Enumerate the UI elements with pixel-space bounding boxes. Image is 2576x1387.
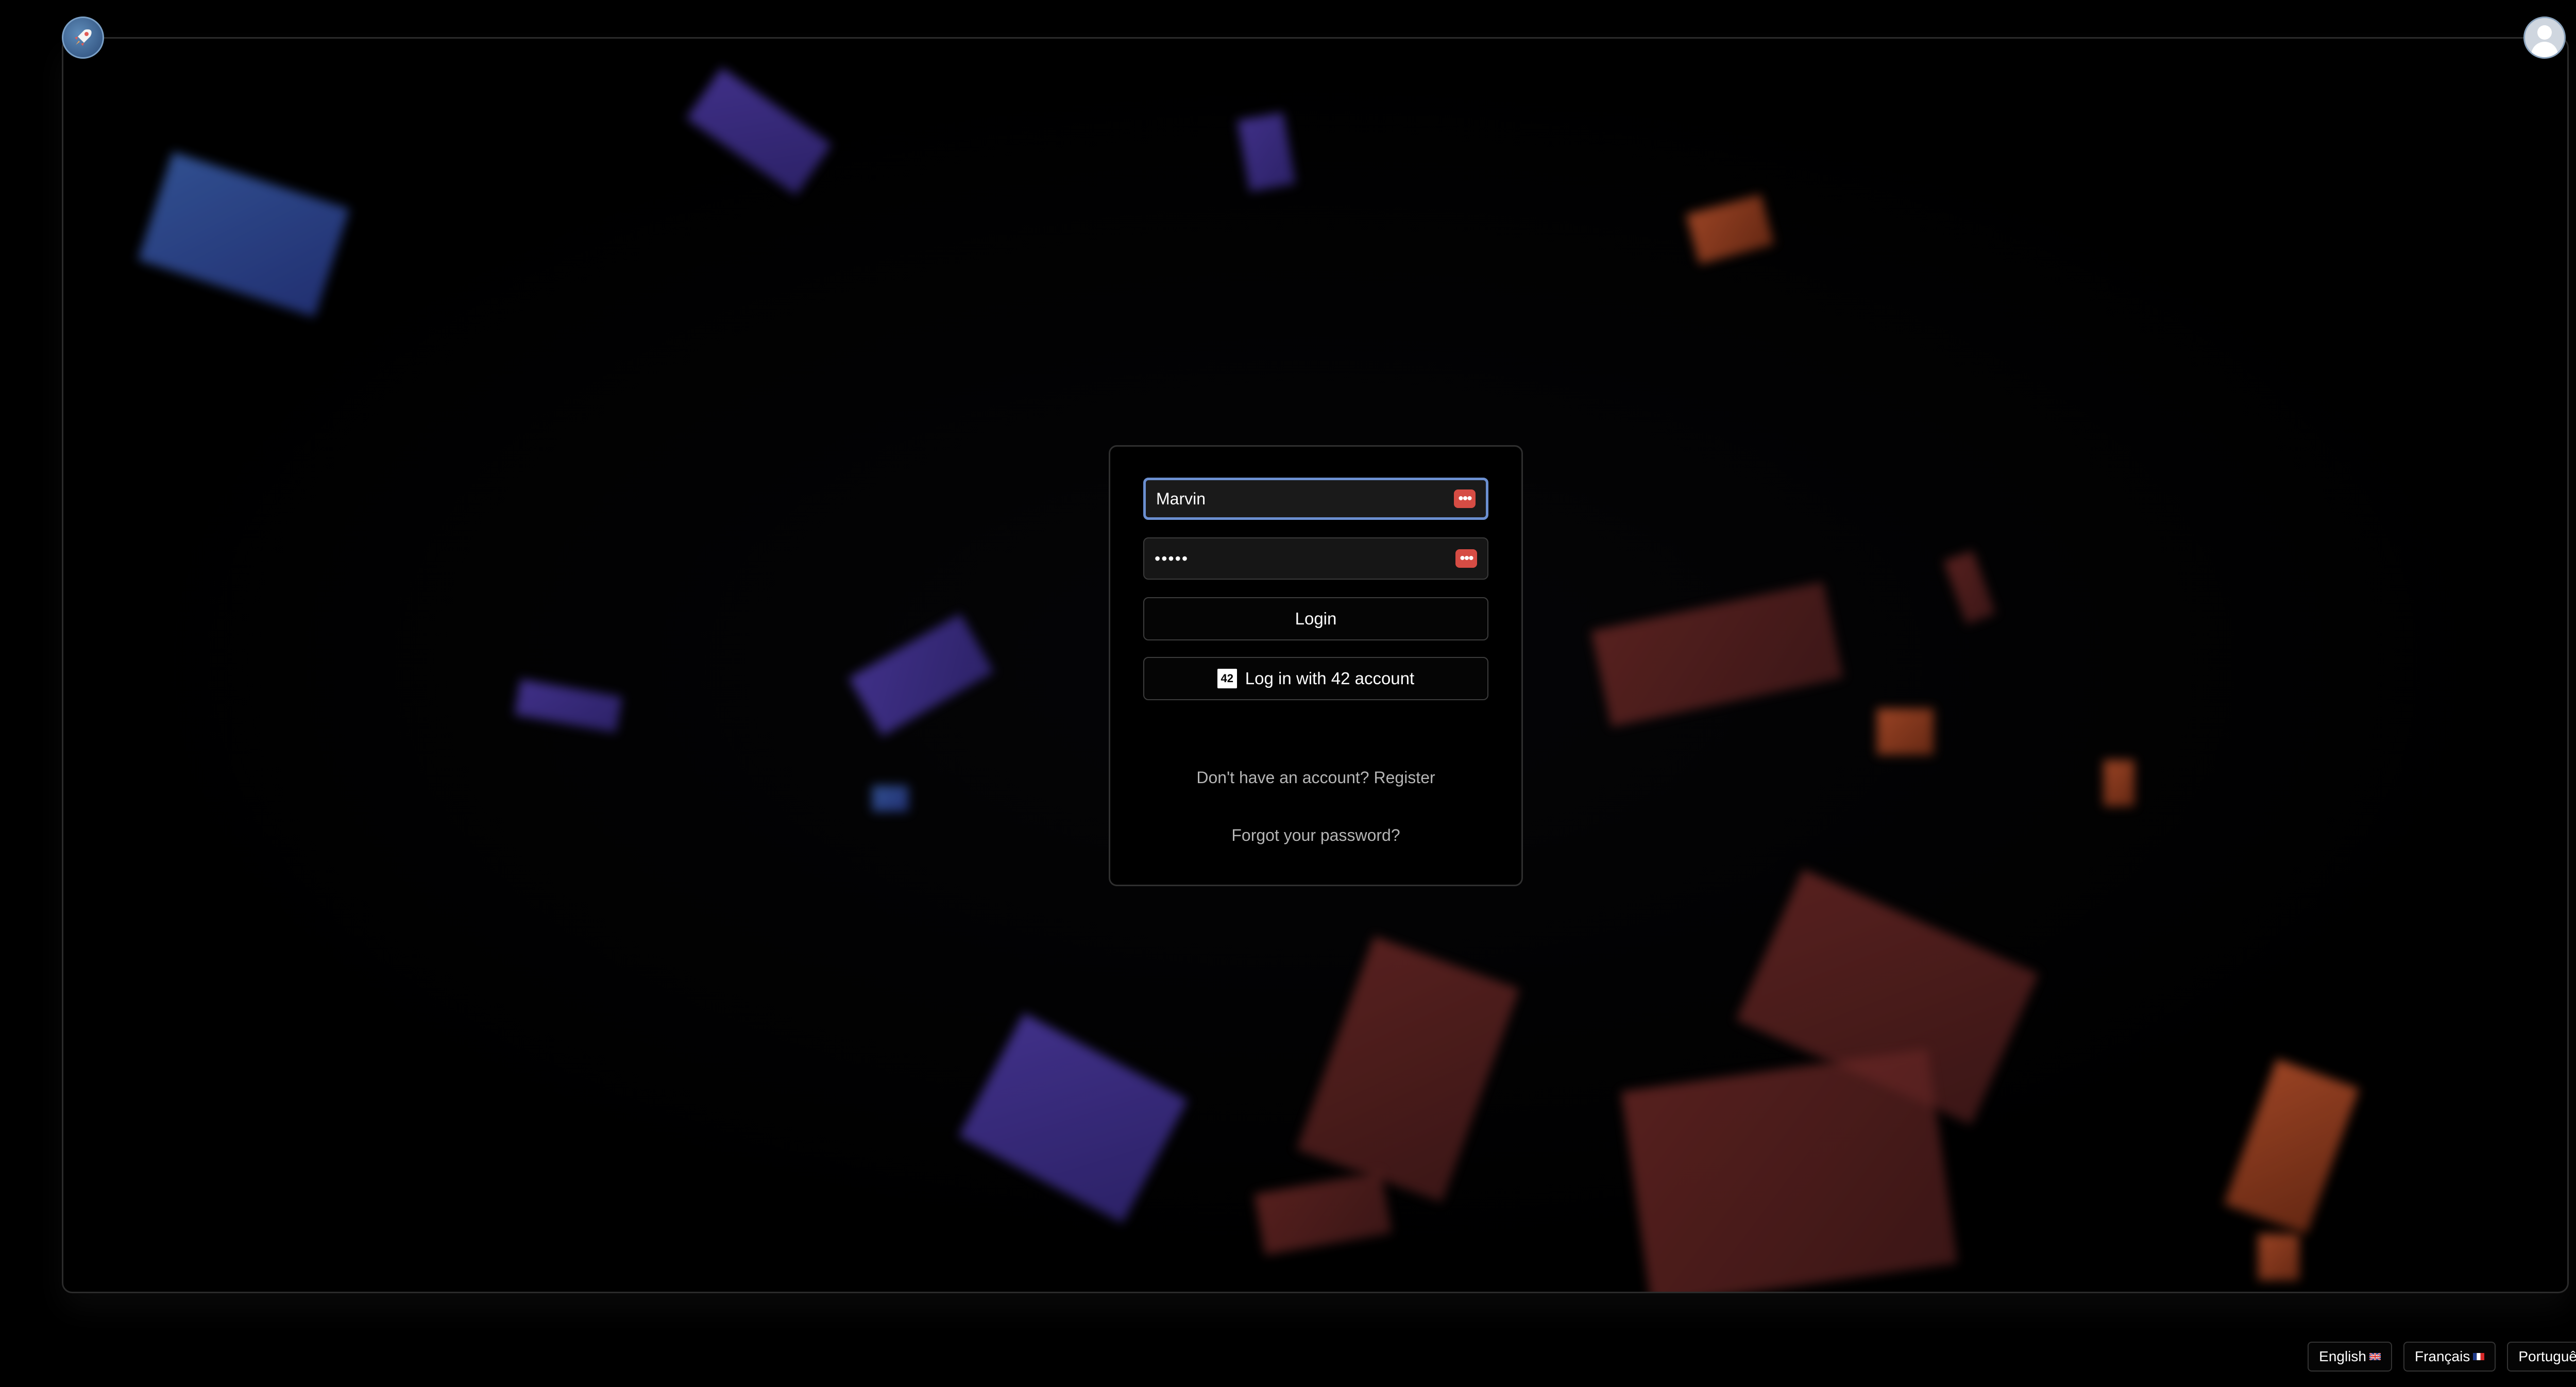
uk-flag-icon bbox=[2369, 1353, 2381, 1360]
decorative-shard bbox=[1254, 1172, 1392, 1255]
register-link[interactable]: Don't have an account? Register bbox=[1110, 768, 1521, 787]
language-selector: English Français Português bbox=[2308, 1342, 2576, 1372]
login-42-button[interactable]: 42 Log in with 42 account bbox=[1143, 657, 1488, 700]
decorative-shard bbox=[872, 786, 908, 811]
decorative-shard bbox=[849, 614, 994, 736]
language-label: Français bbox=[2414, 1348, 2470, 1364]
decorative-shard bbox=[1296, 936, 1520, 1203]
decorative-shard bbox=[138, 151, 350, 317]
language-portuguese-button[interactable]: Português bbox=[2507, 1342, 2576, 1372]
password-manager-icon[interactable]: ••• bbox=[1454, 489, 1476, 508]
language-label: English bbox=[2319, 1348, 2366, 1364]
page: ••• ••••• ••• Login 42 Log in with 42 ac… bbox=[0, 0, 2576, 1387]
login-42-button-label: Log in with 42 account bbox=[1245, 669, 1415, 688]
user-icon-body bbox=[2531, 42, 2558, 57]
username-input[interactable] bbox=[1156, 489, 1454, 509]
password-field[interactable]: ••••• ••• bbox=[1143, 537, 1488, 580]
decorative-shard bbox=[686, 67, 832, 195]
forty-two-logo-icon: 42 bbox=[1217, 669, 1237, 688]
login-button[interactable]: Login bbox=[1143, 597, 1488, 640]
login-card: ••• ••••• ••• Login 42 Log in with 42 ac… bbox=[1109, 445, 1523, 886]
decorative-shard bbox=[1943, 550, 1996, 624]
language-label: Português bbox=[2518, 1348, 2576, 1364]
forgot-password-link[interactable]: Forgot your password? bbox=[1110, 826, 1521, 845]
language-english-button[interactable]: English bbox=[2308, 1342, 2392, 1372]
decorative-shard bbox=[1591, 582, 1843, 727]
password-manager-icon[interactable]: ••• bbox=[1455, 549, 1477, 568]
decorative-shard bbox=[514, 679, 622, 733]
decorative-shard bbox=[2104, 760, 2134, 806]
language-french-button[interactable]: Français bbox=[2403, 1342, 2496, 1372]
username-field[interactable]: ••• bbox=[1143, 478, 1488, 520]
fr-flag-icon bbox=[2473, 1353, 2485, 1360]
password-input[interactable]: ••••• bbox=[1155, 549, 1455, 568]
decorative-shard bbox=[2224, 1058, 2360, 1234]
decorative-shard bbox=[1621, 1048, 1958, 1292]
decorative-shard bbox=[2258, 1234, 2299, 1280]
decorative-shard bbox=[1877, 708, 1934, 755]
decorative-shard bbox=[958, 1013, 1188, 1223]
decorative-shard bbox=[1686, 194, 1774, 264]
home-logo-button[interactable] bbox=[62, 16, 104, 59]
user-avatar-button[interactable] bbox=[2523, 16, 2566, 59]
login-button-label: Login bbox=[1295, 609, 1337, 628]
decorative-shard bbox=[1237, 112, 1296, 192]
rocket-icon bbox=[75, 29, 92, 46]
user-icon bbox=[2537, 25, 2552, 40]
